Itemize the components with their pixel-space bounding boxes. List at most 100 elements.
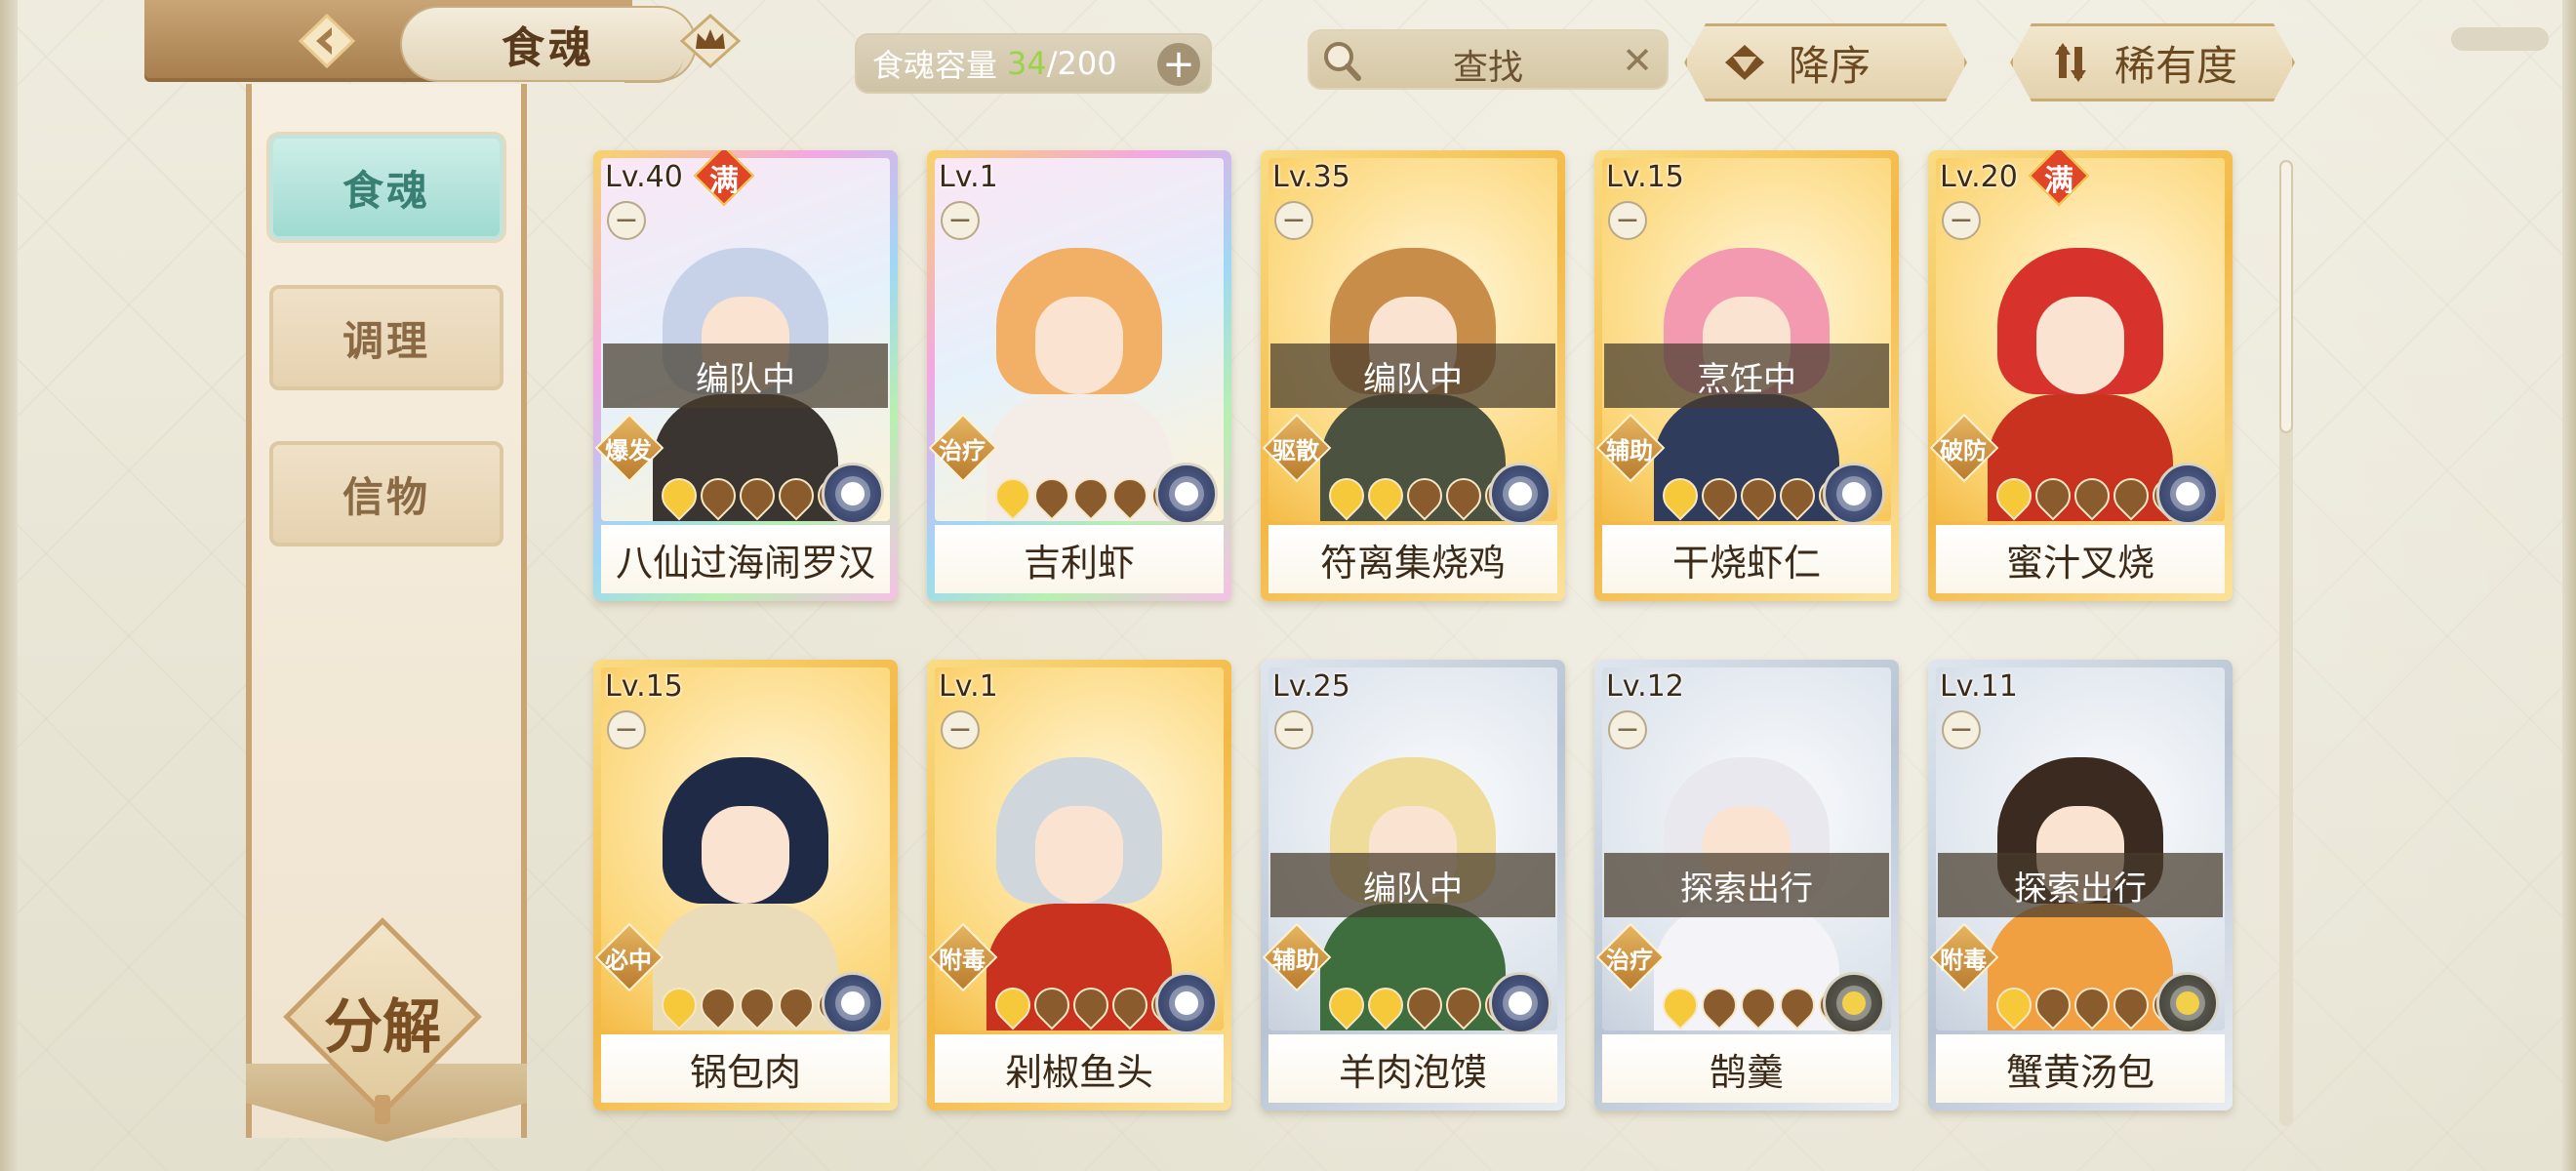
back-arrow-icon [298,13,356,69]
moon-element-icon [2156,463,2219,525]
food-soul-card[interactable]: Lv.35 − 编队中 驱散 符离集烧鸡 [1261,150,1565,601]
left-edge [0,0,18,1171]
card-name: 符离集烧鸡 [1319,541,1506,585]
tab-shihun[interactable]: 食魂 [269,135,503,240]
food-soul-card[interactable]: Lv.11 − 探索出行 附毒 蟹黄汤包 [1928,660,2233,1110]
role-badge: 爆发 [594,413,664,483]
tab-xinwu[interactable]: 信物 [269,441,503,546]
close-icon[interactable]: ✕ [1622,39,1653,82]
tab-tiaoli[interactable]: 调理 [269,285,503,390]
tab-label: 调理 [342,316,430,365]
lock-toggle-icon[interactable]: − [607,710,646,749]
food-soul-card[interactable]: Lv.20 − 满破防 蜜汁叉烧 [1928,150,2233,601]
status-label: 探索出行 [2014,868,2147,909]
sort-by-label: 稀有度 [2114,41,2238,90]
triangle-down-icon [1723,43,1766,82]
flame-star-icon [654,470,704,521]
back-button[interactable] [283,10,371,72]
food-soul-card[interactable]: Lv.1 − 治疗 吉利虾 [927,150,1231,601]
flame-star-icon [2028,470,2078,521]
flame-star-icon [1989,470,2039,521]
sun-element-icon [2156,972,2219,1034]
lock-toggle-icon[interactable]: − [941,201,980,240]
lock-toggle-icon[interactable]: − [1608,710,1647,749]
flame-star-icon [1989,980,2039,1030]
scrollbar-thumb[interactable] [2279,160,2293,433]
lock-toggle-icon[interactable]: − [941,710,980,749]
sort-by-button[interactable]: 稀有度 [2010,23,2295,101]
food-soul-card[interactable]: Lv.25 − 编队中 辅助 羊肉泡馍 [1261,660,1565,1110]
moon-element-icon [1823,463,1885,525]
crown-button[interactable] [673,10,747,72]
flame-star-icon [987,470,1038,521]
capacity-max: /200 [1046,45,1117,82]
flame-star-icon [1066,470,1116,521]
lock-toggle-icon[interactable]: − [1608,201,1647,240]
flame-star-icon [1438,470,1489,521]
flame-star-icon [1772,980,1823,1030]
flame-star-icon [1733,980,1784,1030]
card-nameplate: 羊肉泡馍 [1268,1034,1557,1103]
card-name: 蜜汁叉烧 [2005,541,2154,585]
character-portrait [1978,228,2183,521]
role-label: 破防 [1940,437,1987,464]
status-label: 探索出行 [1680,868,1813,909]
role-label: 辅助 [1272,947,1319,974]
card-nameplate: 八仙过海闹罗汉 [601,525,890,593]
search-box[interactable]: 查找 ✕ [1308,29,1669,90]
add-capacity-button[interactable]: + [1157,43,1200,86]
level-label: Lv.11 [1940,669,2018,704]
flame-star-icon [2067,470,2117,521]
food-soul-card[interactable]: Lv.12 − 探索出行 治疗 鹄羹 [1594,660,1899,1110]
flame-star-icon [2067,980,2117,1030]
capacity-label: 食魂容量 [872,47,998,84]
flame-star-icon [1066,980,1116,1030]
food-soul-card[interactable]: Lv.15 − 必中 锅包肉 [593,660,898,1110]
level-label: Lv.25 [1272,669,1350,704]
level-label: Lv.15 [1606,160,1684,194]
moon-element-icon [1489,972,1551,1034]
flame-star-icon [1026,470,1077,521]
lock-toggle-icon[interactable]: − [1274,710,1313,749]
flame-star-icon [1321,470,1372,521]
flame-star-icon [693,980,744,1030]
flame-star-icon [1399,980,1450,1030]
card-nameplate: 锅包肉 [601,1034,890,1103]
flame-star-icon [1694,470,1745,521]
flame-star-icon [771,470,822,521]
search-input[interactable]: 查找 [1309,39,1667,90]
lock-toggle-icon[interactable]: − [607,201,646,240]
flame-star-icon [1321,980,1372,1030]
card-nameplate: 蜜汁叉烧 [1936,525,2225,593]
capacity-display: 食魂容量 34 /200 + [855,33,1212,94]
lock-toggle-icon[interactable]: − [1942,201,1981,240]
sort-order-label: 降序 [1789,41,1872,90]
status-banner: 编队中 [603,343,888,408]
card-name: 干烧虾仁 [1671,541,1821,585]
status-banner: 烹饪中 [1604,343,1889,408]
lock-toggle-icon[interactable]: − [1942,710,1981,749]
flame-star-icon [1360,470,1411,521]
scrollbar[interactable] [2279,160,2293,1126]
flame-star-icon [2028,980,2078,1030]
role-badge: 驱散 [1262,413,1332,483]
food-soul-card[interactable]: Lv.1 − 附毒 剁椒鱼头 [927,660,1231,1110]
sort-order-button[interactable]: 降序 [1684,23,1967,101]
page-title-text: 食魂 [502,23,595,73]
decompose-label: 分解 [324,993,441,1062]
role-badge: 附毒 [1929,922,1999,992]
food-soul-grid: Lv.40− 满编队中 爆发 八仙过海闹罗汉 Lv.1− 治疗 吉利虾 Lv.35− 编队中 驱散… [593,150,2240,1126]
card-name: 八仙过海闹罗汉 [615,541,875,585]
flame-star-icon [771,980,822,1030]
flame-star-icon [1772,470,1823,521]
character-portrait [643,738,848,1030]
lock-toggle-icon[interactable]: − [1274,201,1313,240]
decompose-button[interactable]: 分解 [283,917,482,1124]
food-soul-card[interactable]: Lv.40 − 满编队中 爆发 八仙过海闹罗汉 [593,150,898,601]
level-label: Lv.35 [1272,160,1350,194]
level-label: Lv.40 [605,160,683,194]
food-soul-card[interactable]: Lv.15 − 烹饪中 辅助 干烧虾仁 [1594,150,1899,601]
level-label: Lv.12 [1606,669,1684,704]
card-name: 鹄羹 [1709,1050,1784,1094]
capacity-current: 34 [1007,45,1047,82]
